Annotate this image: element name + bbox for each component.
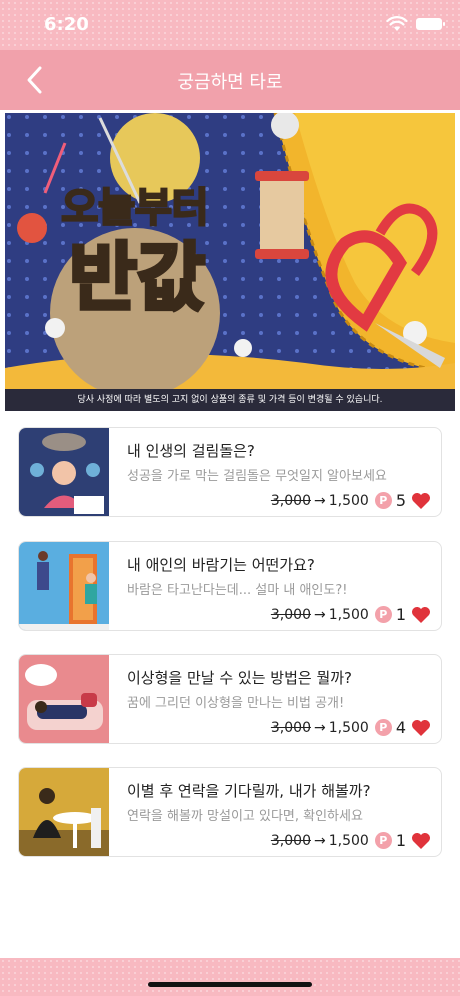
point-icon: P <box>374 719 392 736</box>
item-thumbnail <box>19 655 109 743</box>
nav-bar: 궁금하면 타로 <box>0 50 460 110</box>
like-count: 4 <box>395 718 406 737</box>
heart-icon[interactable] <box>411 606 431 624</box>
price-arrow: → <box>313 492 326 509</box>
item-thumbnail <box>19 542 109 630</box>
item-thumbnail <box>19 428 109 516</box>
heart-icon[interactable] <box>411 492 431 510</box>
new-price: 1,500 <box>328 492 369 509</box>
item-description: 연락을 해볼까 망설이고 있다면, 확인하세요 <box>127 809 363 824</box>
like-count: 1 <box>395 831 406 850</box>
item-price: 3,000 → 1,500 P 1 <box>271 831 431 850</box>
item-title: 이별 후 연락을 기다릴까, 내가 해볼까? <box>127 782 371 800</box>
banner-title-line1: 오늘부터 <box>61 185 208 231</box>
list-item[interactable]: 내 애인의 바람기는 어떤가요? 바람은 타고난다는데... 설마 내 애인도?… <box>18 541 442 631</box>
point-icon: P <box>374 606 392 623</box>
status-icons <box>386 16 445 32</box>
list-item[interactable]: 이상형을 만날 수 있는 방법은 뭘까? 꿈에 그리던 이상형을 만나는 비법 … <box>18 654 442 744</box>
old-price: 3,000 <box>270 606 311 623</box>
list-item[interactable]: 내 인생의 걸림돌은? 성공을 가로 막는 걸림돌은 무엇일지 알아보세요 3,… <box>18 427 442 517</box>
item-title: 이상형을 만날 수 있는 방법은 뭘까? <box>127 669 353 687</box>
item-title: 내 애인의 바람기는 어떤가요? <box>127 556 315 574</box>
old-price: 3,000 <box>270 492 311 509</box>
point-icon: P <box>374 832 392 849</box>
banner-title-line2: 반값 <box>69 235 205 321</box>
promo-banner[interactable]: 오늘부터 반값 당사 사정에 따라 별도의 고지 없이 상품의 종류 및 가격 … <box>5 113 455 411</box>
item-price: 3,000 → 1,500 P 4 <box>271 718 431 737</box>
item-price: 3,000 → 1,500 P 1 <box>271 605 431 624</box>
like-count: 5 <box>395 491 406 510</box>
bottom-bar <box>0 958 460 996</box>
point-icon: P <box>374 492 392 509</box>
item-price: 3,000 → 1,500 P 5 <box>271 491 431 510</box>
old-price: 3,000 <box>270 719 311 736</box>
banner-illustration: 오늘부터 반값 <box>5 113 455 411</box>
page-title: 궁금하면 타로 <box>177 72 283 93</box>
item-thumbnail <box>19 768 109 856</box>
price-arrow: → <box>313 719 326 736</box>
home-indicator[interactable] <box>148 982 312 987</box>
price-arrow: → <box>313 832 326 849</box>
wifi-icon <box>386 16 408 31</box>
item-description: 바람은 타고난다는데... 설마 내 애인도?! <box>127 583 348 598</box>
list-item[interactable]: 이별 후 연락을 기다릴까, 내가 해볼까? 연락을 해볼까 망설이고 있다면,… <box>18 767 442 857</box>
battery-icon <box>416 18 445 30</box>
heart-icon[interactable] <box>411 832 431 850</box>
old-price: 3,000 <box>270 832 311 849</box>
heart-icon[interactable] <box>411 719 431 737</box>
item-description: 꿈에 그리던 이상형을 만나는 비법 공개! <box>127 696 345 711</box>
item-description: 성공을 가로 막는 걸림돌은 무엇일지 알아보세요 <box>127 469 387 484</box>
banner-notice: 당사 사정에 따라 별도의 고지 없이 상품의 종류 및 가격 등이 변경될 수… <box>5 389 455 411</box>
status-time: 6:20 <box>44 14 89 35</box>
like-count: 1 <box>395 605 406 624</box>
status-bar: 6:20 <box>0 0 460 50</box>
price-arrow: → <box>313 606 326 623</box>
new-price: 1,500 <box>328 606 369 623</box>
item-title: 내 인생의 걸림돌은? <box>127 442 255 460</box>
new-price: 1,500 <box>328 832 369 849</box>
new-price: 1,500 <box>328 719 369 736</box>
